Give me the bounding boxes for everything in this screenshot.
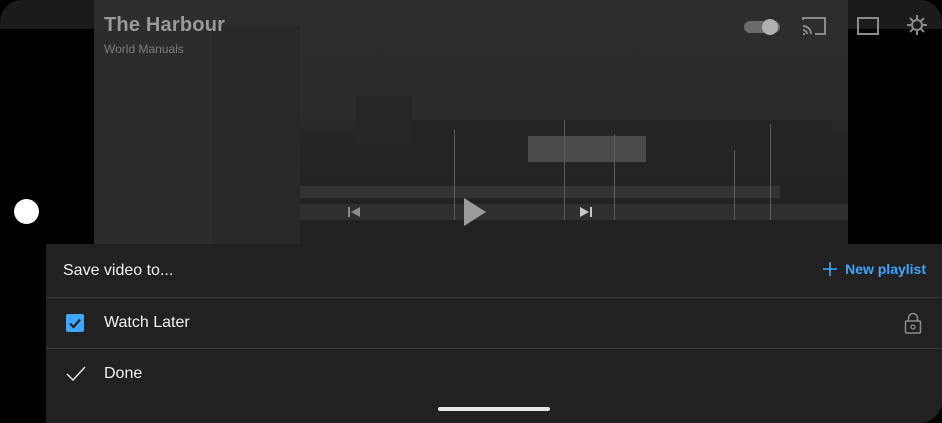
sheet-title: Save video to... xyxy=(63,262,174,279)
previous-icon[interactable] xyxy=(346,204,362,220)
save-to-playlist-sheet: Save video to... New playlist Watch Late… xyxy=(46,244,942,423)
settings-icon[interactable] xyxy=(905,14,929,36)
playlist-item-watch-later[interactable]: Watch Later xyxy=(46,298,942,349)
phone-screen: The Harbour World Manuals Save video to.… xyxy=(0,0,942,423)
plus-icon xyxy=(823,262,838,276)
add-to-queue-icon[interactable] xyxy=(856,16,880,36)
sheet-header: Save video to... New playlist xyxy=(46,244,942,298)
done-label: Done xyxy=(104,365,143,382)
play-icon[interactable] xyxy=(460,196,488,228)
checkbox-checked-icon[interactable] xyxy=(66,314,84,332)
video-title: The Harbour xyxy=(104,14,226,36)
navigation-gesture-bar[interactable] xyxy=(438,407,550,411)
check-icon xyxy=(66,366,86,382)
playlist-item-label: Watch Later xyxy=(104,314,190,331)
lock-icon xyxy=(904,312,922,334)
autoplay-toggle-icon[interactable] xyxy=(744,16,782,36)
new-playlist-button[interactable]: New playlist xyxy=(823,261,926,277)
new-playlist-label: New playlist xyxy=(845,261,926,277)
done-button[interactable]: Done xyxy=(46,349,942,399)
floating-home-button[interactable] xyxy=(14,199,39,224)
next-icon[interactable] xyxy=(578,204,594,220)
video-channel[interactable]: World Manuals xyxy=(104,42,184,56)
cast-icon[interactable] xyxy=(801,16,827,36)
